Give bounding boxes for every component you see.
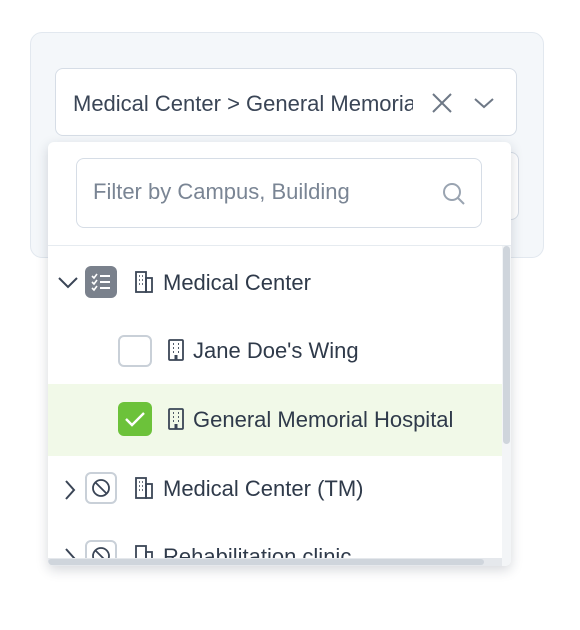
tree-row-jane-does-wing[interactable]: Jane Doe's Wing xyxy=(48,316,502,384)
building-icon xyxy=(166,407,186,431)
chevron-down-icon[interactable] xyxy=(472,93,496,113)
tree-row-label: Medical Center (TM) xyxy=(163,476,364,501)
divider xyxy=(48,245,511,246)
search-input[interactable] xyxy=(93,179,423,205)
building-icon xyxy=(166,338,186,362)
tree-row-label: Medical Center xyxy=(163,270,311,295)
disabled-checkbox xyxy=(85,472,117,504)
search-box[interactable] xyxy=(76,158,482,228)
clear-icon[interactable] xyxy=(430,91,454,115)
tree-row-general-memorial-hospital[interactable]: General Memorial Hospital xyxy=(48,384,502,456)
indeterminate-checkbox[interactable] xyxy=(85,266,117,298)
horizontal-scrollbar-thumb[interactable] xyxy=(48,559,484,565)
tree-row-label: Jane Doe's Wing xyxy=(193,338,359,363)
tree-row-medical-center[interactable]: Medical Center xyxy=(48,248,502,316)
building-icon xyxy=(134,476,154,500)
building-icon xyxy=(134,270,154,294)
chevron-right-icon[interactable] xyxy=(60,478,80,502)
search-icon[interactable] xyxy=(441,181,467,207)
select-value: Medical Center > General Memorial Hospit… xyxy=(73,91,413,116)
location-select[interactable]: Medical Center > General Memorial Hospit… xyxy=(55,68,517,136)
checked-checkbox[interactable] xyxy=(118,402,152,436)
tree-row-medical-center-tm[interactable]: Medical Center (TM) xyxy=(48,456,502,524)
checkbox[interactable] xyxy=(118,335,152,367)
chevron-down-icon[interactable] xyxy=(58,270,78,294)
vertical-scrollbar-thumb[interactable] xyxy=(503,246,510,444)
tree-dropdown: Medical Center Jane Doe's Wing General M… xyxy=(48,142,511,566)
tree-row-label: General Memorial Hospital xyxy=(193,407,454,432)
